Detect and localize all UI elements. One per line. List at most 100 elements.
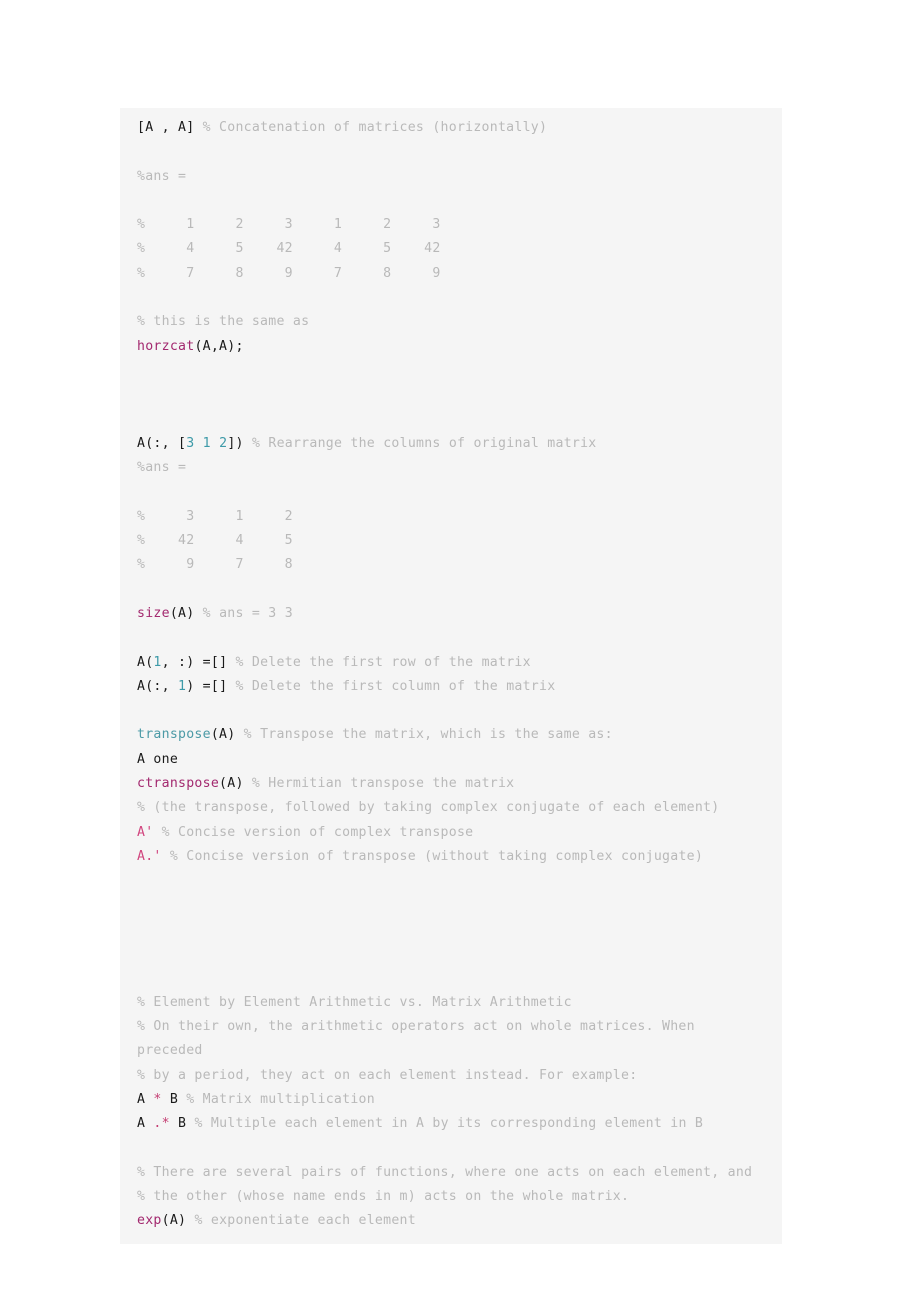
code-token-comment: % Concise version of complex transpose: [161, 824, 474, 840]
code-line: % by a period, they act on each element …: [137, 1064, 782, 1088]
code-token-comment: preceded: [137, 1043, 203, 1059]
code-token-plain: [A , A]: [137, 120, 203, 135]
code-token-comment: % 42 4 5: [137, 533, 293, 549]
code-token-comment: % (the transpose, followed by taking com…: [137, 800, 720, 816]
code-line: % this is the same as: [137, 310, 782, 334]
code-line: exp(A) % exponentiate each element: [137, 1209, 782, 1233]
code-token-comment: % 3 1 2: [137, 508, 293, 524]
code-token-plain: A one: [137, 751, 179, 767]
code-token-string: A': [137, 824, 154, 840]
code-token-comment: % Rearrange the columns of original matr…: [251, 435, 597, 451]
code-line: % 9 7 8: [137, 553, 782, 577]
code-token-comment: % Multiple each element in A by its corr…: [194, 1116, 704, 1132]
code-token-plain: B: [169, 1116, 195, 1132]
code-line: A(:, [3 1 2]) % Rearrange the columns of…: [137, 432, 782, 456]
code-token-plain: (A): [219, 776, 252, 792]
code-line: A(:, 1) =[] % Delete the first column of…: [137, 675, 782, 699]
code-line: [A , A] % Concatenation of matrices (hor…: [137, 116, 782, 140]
code-token-comment: % Hermitian transpose the matrix: [251, 776, 515, 792]
code-token-comment: % 7 8 9 7 8 9: [137, 265, 441, 281]
code-line: A * B % Matrix multiplication: [137, 1088, 782, 1112]
code-token-plain: (A,A);: [194, 338, 244, 354]
code-token-plain: A: [137, 1091, 154, 1107]
code-block[interactable]: [A , A] % Concatenation of matrices (hor…: [120, 108, 782, 1244]
code-line: % 7 8 9 7 8 9: [137, 262, 782, 286]
code-token-comment: % the other (whose name ends in m) acts …: [137, 1189, 630, 1205]
code-token-plain: B: [161, 1091, 187, 1107]
code-token-comment: % ans = 3 3: [202, 605, 293, 621]
code-token-comment: % 1 2 3 1 2 3: [137, 217, 441, 233]
code-token-comment: % On their own, the arithmetic operators…: [137, 1018, 695, 1034]
code-token-function: ctranspose: [137, 776, 220, 792]
code-token-plain: ) =[]: [186, 678, 236, 694]
code-token-function: exp: [137, 1213, 162, 1229]
code-token-string: A.': [137, 848, 162, 864]
code-token-comment: % Delete the first column of the matrix: [235, 678, 556, 694]
code-token-plain: A: [137, 1116, 154, 1132]
code-line: % There are several pairs of functions, …: [137, 1161, 782, 1185]
code-token-operator: *: [153, 1091, 162, 1107]
code-token-comment: % Transpose the matrix, which is the sam…: [243, 727, 613, 743]
code-token-function: size: [137, 605, 170, 621]
code-line: transpose(A) % Transpose the matrix, whi…: [137, 723, 782, 747]
code-line: % the other (whose name ends in m) acts …: [137, 1185, 782, 1209]
code-listing[interactable]: [A , A] % Concatenation of matrices (hor…: [120, 108, 782, 1244]
code-token-plain: (A): [169, 605, 203, 621]
code-line: % 42 4 5: [137, 529, 782, 553]
code-token-comment: % by a period, they act on each element …: [137, 1067, 638, 1083]
code-token-comment: % 9 7 8: [137, 557, 293, 573]
code-line: %ans =: [137, 456, 782, 480]
code-line: size(A) % ans = 3 3: [137, 602, 782, 626]
code-line: % Element by Element Arithmetic vs. Matr…: [137, 991, 782, 1015]
code-line: A' % Concise version of complex transpos…: [137, 821, 782, 845]
code-token-plain: , :) =[]: [161, 654, 236, 670]
code-token-operator: .*: [153, 1116, 170, 1132]
code-token-comment: % Concise version of transpose (without …: [169, 848, 704, 864]
code-token-plain: (A): [210, 727, 244, 743]
code-token-plain: (A): [161, 1213, 195, 1229]
code-line: ctranspose(A) % Hermitian transpose the …: [137, 772, 782, 796]
code-token-function: horzcat: [137, 338, 195, 354]
code-line: % 3 1 2: [137, 505, 782, 529]
code-line: A(1, :) =[] % Delete the first row of th…: [137, 651, 782, 675]
code-token-comment: % Element by Element Arithmetic vs. Matr…: [137, 994, 572, 1010]
code-line: %ans =: [137, 165, 782, 189]
code-token-plain: A(:,: [137, 678, 179, 694]
code-token-comment: %ans =: [137, 460, 187, 476]
code-token-function_alt: transpose: [137, 727, 211, 743]
code-line: A .* B % Multiple each element in A by i…: [137, 1112, 782, 1136]
code-line: A one: [137, 748, 782, 772]
code-token-comment: % Matrix multiplication: [186, 1091, 375, 1107]
code-token-plain: ]): [227, 435, 252, 451]
code-token-comment: % Delete the first row of the matrix: [235, 654, 531, 670]
code-token-comment: % Concatenation of matrices (horizontall…: [202, 120, 548, 135]
code-token-comment: % 4 5 42 4 5 42: [137, 241, 441, 257]
code-token-number: 1: [202, 435, 211, 451]
code-token-number: 1: [153, 654, 162, 670]
code-token-plain: A(:, [: [137, 435, 187, 451]
code-line: horzcat(A,A);: [137, 335, 782, 359]
code-line: % (the transpose, followed by taking com…: [137, 796, 782, 820]
code-token-comment: % There are several pairs of functions, …: [137, 1164, 753, 1180]
code-line: % On their own, the arithmetic operators…: [137, 1015, 782, 1039]
code-token-plain: A(: [137, 654, 154, 670]
code-line: preceded: [137, 1039, 782, 1063]
code-line: % 1 2 3 1 2 3: [137, 213, 782, 237]
